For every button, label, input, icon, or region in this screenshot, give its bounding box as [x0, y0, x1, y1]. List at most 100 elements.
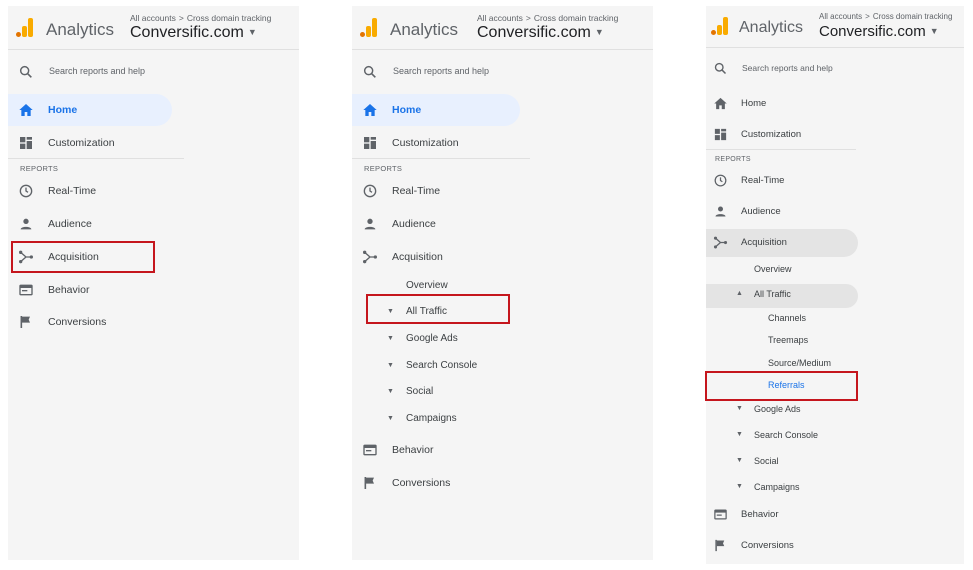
breadcrumb-all-accounts[interactable]: All accounts	[477, 13, 523, 23]
caret-down-icon: ▼	[594, 27, 604, 37]
nav-item-behavior[interactable]: Behavior	[706, 506, 964, 524]
nav-item-acquisition[interactable]: Acquisition	[706, 234, 858, 252]
divider	[352, 158, 530, 159]
analytics-logo[interactable]	[711, 17, 728, 35]
nav-item-label: Google Ads	[406, 333, 458, 344]
nav-item-label: Campaigns	[406, 413, 457, 424]
nav-item-overview[interactable]: Overview	[352, 279, 653, 295]
analytics-logo[interactable]	[360, 18, 378, 37]
search-reports[interactable]: Search reports and help	[706, 60, 964, 78]
breadcrumb-all-accounts[interactable]: All accounts	[819, 12, 862, 21]
breadcrumb-property[interactable]: Cross domain tracking	[187, 13, 272, 23]
nav-item-realtime[interactable]: Real-Time	[706, 172, 964, 190]
nav-item-campaigns[interactable]: ▼ Campaigns	[352, 412, 653, 428]
home-icon	[363, 104, 377, 116]
nav-item-audience[interactable]: Audience	[8, 215, 299, 235]
analytics-logo[interactable]	[16, 18, 34, 37]
expand-triangle-icon: ▼	[736, 431, 743, 438]
search-icon	[19, 65, 32, 78]
expand-triangle-icon: ▼	[736, 405, 743, 412]
app-name: Analytics	[390, 20, 459, 39]
nav-item-label: Conversions	[741, 540, 794, 551]
home-icon	[714, 97, 727, 110]
nav-item-label: Home	[741, 98, 767, 109]
clock-icon	[19, 184, 33, 198]
chevron-right-icon: >	[525, 13, 531, 23]
breadcrumb-all-accounts[interactable]: All accounts	[130, 13, 176, 23]
nav-item-label: Home	[392, 104, 422, 116]
nav-item-customization[interactable]: Customization	[8, 134, 299, 154]
nav-item-label: Campaigns	[754, 482, 800, 492]
nav-item-audience[interactable]: Audience	[706, 203, 964, 221]
collapse-triangle-icon: ▲	[736, 290, 743, 297]
nav-item-label: Real-Time	[741, 175, 785, 186]
nav-item-label: Customization	[48, 137, 115, 149]
nav-panel-2: Analytics All accounts > Cross domain trac…	[352, 6, 653, 560]
reports-section-label: REPORTS	[20, 164, 59, 173]
chevron-right-icon: >	[178, 13, 184, 23]
nav-item-label: Behavior	[48, 284, 90, 296]
clock-icon	[714, 174, 727, 187]
nav-item-customization[interactable]: Customization	[352, 134, 653, 154]
nav-item-label: Source/Medium	[768, 358, 832, 368]
nav-item-label: Behavior	[741, 509, 779, 520]
nav-item-realtime[interactable]: Real-Time	[352, 182, 653, 202]
nav-item-social[interactable]: ▼ Social	[352, 385, 653, 401]
nav-item-customization[interactable]: Customization	[706, 126, 964, 144]
nav-item-conversions[interactable]: Conversions	[8, 313, 299, 333]
nav-item-label: Channels	[768, 313, 807, 323]
account-selector[interactable]: Conversific.com ▼	[819, 23, 939, 40]
nav-item-home[interactable]: Home	[352, 101, 520, 121]
nav-item-search-console[interactable]: ▼ Search Console	[706, 429, 964, 444]
nav-item-social[interactable]: ▼ Social	[706, 455, 964, 470]
breadcrumb-property[interactable]: Cross domain tracking	[873, 12, 953, 21]
expand-triangle-icon: ▼	[736, 483, 743, 490]
nav-item-label: Behavior	[392, 444, 434, 456]
nav-item-audience[interactable]: Audience	[352, 215, 653, 235]
nav-item-campaigns[interactable]: ▼ Campaigns	[706, 481, 964, 496]
breadcrumb[interactable]: All accounts > Cross domain tracking	[477, 13, 618, 23]
breadcrumb[interactable]: All accounts > Cross domain tracking	[819, 12, 952, 21]
nav-item-channels[interactable]: Channels	[706, 312, 964, 327]
nav-item-home[interactable]: Home	[8, 101, 172, 121]
dashboard-icon	[364, 137, 376, 149]
behavior-icon	[363, 444, 377, 456]
person-icon	[364, 218, 376, 230]
nav-item-all-traffic[interactable]: ▲ All Traffic	[706, 288, 858, 303]
nav-item-label: Overview	[406, 280, 448, 291]
breadcrumb-property[interactable]: Cross domain tracking	[534, 13, 619, 23]
nav-item-conversions[interactable]: Conversions	[706, 537, 964, 555]
highlight-box-acquisition	[11, 241, 155, 273]
account-selector[interactable]: Conversific.com ▼	[477, 24, 604, 42]
nav-item-google-ads[interactable]: ▼ Google Ads	[352, 332, 653, 348]
flag-icon	[715, 539, 725, 552]
nav-item-treemaps[interactable]: Treemaps	[706, 334, 964, 349]
nav-item-overview[interactable]: Overview	[706, 263, 964, 278]
nav-item-behavior[interactable]: Behavior	[352, 441, 653, 461]
nav-item-label: Search Console	[754, 430, 819, 440]
nav-item-google-ads[interactable]: ▼ Google Ads	[706, 403, 964, 418]
account-name: Conversific.com	[477, 24, 591, 41]
nav-item-acquisition[interactable]: Acquisition	[352, 248, 653, 268]
nav-item-label: All Traffic	[754, 289, 791, 299]
search-reports[interactable]: Search reports and help	[352, 62, 653, 82]
expand-triangle-icon: ▼	[387, 362, 394, 369]
dashboard-icon	[20, 137, 32, 149]
nav-item-label: Conversions	[48, 316, 107, 328]
nav-item-behavior[interactable]: Behavior	[8, 281, 299, 301]
nav-item-realtime[interactable]: Real-Time	[8, 182, 299, 202]
account-selector[interactable]: Conversific.com ▼	[130, 24, 257, 42]
nav-item-home[interactable]: Home	[706, 95, 964, 113]
nav-item-label: Social	[406, 386, 434, 397]
behavior-icon	[19, 284, 33, 296]
account-name: Conversific.com	[819, 23, 926, 40]
dashboard-icon	[714, 128, 727, 141]
nav-item-search-console[interactable]: ▼ Search Console	[352, 359, 653, 375]
breadcrumb[interactable]: All accounts > Cross domain tracking	[130, 13, 271, 23]
search-reports[interactable]: Search reports and help	[8, 62, 299, 82]
nav-item-label: Overview	[754, 264, 792, 274]
nav-item-label: Acquisition	[741, 237, 787, 248]
nav-item-source-medium[interactable]: Source/Medium	[706, 357, 964, 372]
nav-item-conversions[interactable]: Conversions	[352, 474, 653, 494]
nav-item-label: Google Ads	[754, 404, 801, 414]
